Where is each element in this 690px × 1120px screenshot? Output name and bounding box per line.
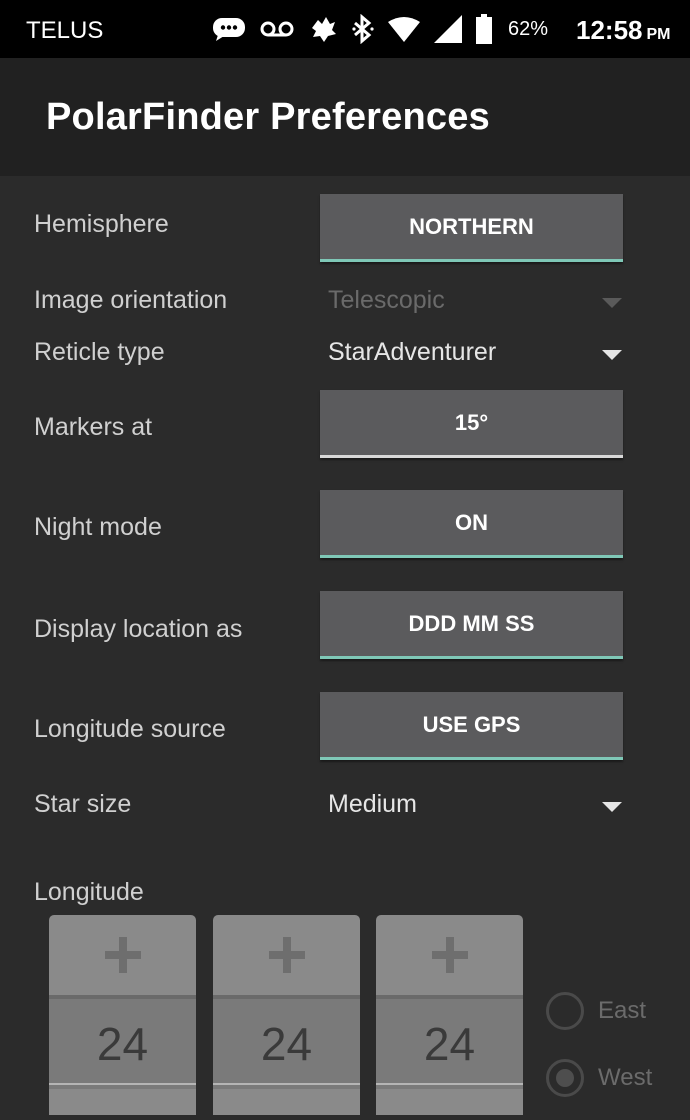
image-orientation-dropdown[interactable]: Telescopic bbox=[328, 286, 624, 326]
dropdown-arrow-icon bbox=[602, 298, 622, 308]
image-orientation-value: Telescopic bbox=[328, 286, 445, 314]
display-location-label: Display location as bbox=[34, 615, 243, 643]
image-orientation-label: Image orientation bbox=[34, 286, 228, 314]
plus-icon bbox=[268, 937, 305, 973]
status-icons: 62% bbox=[212, 12, 548, 46]
clock-ampm: PM bbox=[646, 26, 671, 43]
radio-selected-dot bbox=[556, 1069, 574, 1087]
picker-value[interactable]: 24 bbox=[376, 999, 523, 1089]
carrier-name: TELUS bbox=[26, 17, 104, 44]
battery-icon bbox=[476, 14, 492, 44]
longitude-degrees-picker: 24 bbox=[49, 915, 196, 1115]
app-bar: PolarFinder Preferences bbox=[0, 58, 690, 176]
plus-icon bbox=[431, 937, 468, 973]
dropdown-arrow-icon bbox=[602, 802, 622, 812]
wifi-icon bbox=[388, 16, 420, 42]
west-radio-option[interactable]: West bbox=[546, 1058, 652, 1098]
status-bar: TELUS 62% 12:58 PM bbox=[0, 0, 690, 58]
west-radio-button[interactable] bbox=[546, 1059, 584, 1097]
longitude-label: Longitude bbox=[34, 878, 144, 906]
reticle-type-label: Reticle type bbox=[34, 338, 165, 366]
picker-value[interactable]: 24 bbox=[213, 999, 360, 1089]
star-size-label: Star size bbox=[34, 790, 132, 818]
divider bbox=[49, 1083, 196, 1085]
plus-icon bbox=[104, 937, 141, 973]
longitude-minutes-picker: 24 bbox=[213, 915, 360, 1115]
east-label: East bbox=[598, 997, 647, 1024]
reticle-type-value: StarAdventurer bbox=[328, 338, 497, 366]
clock-time: 12:58 bbox=[576, 15, 643, 45]
east-radio-button[interactable] bbox=[546, 992, 584, 1030]
night-mode-button[interactable]: ON bbox=[320, 490, 623, 558]
west-label: West bbox=[598, 1064, 653, 1091]
hemisphere-button[interactable]: NORTHERN bbox=[320, 194, 623, 262]
star-size-dropdown[interactable]: Medium bbox=[328, 790, 624, 830]
signal-icon bbox=[434, 15, 462, 43]
longitude-source-label: Longitude source bbox=[34, 715, 226, 743]
markers-at-label: Markers at bbox=[34, 413, 153, 441]
divider bbox=[213, 1083, 360, 1085]
battery-percent: 62% bbox=[508, 17, 549, 40]
message-icon bbox=[212, 17, 246, 41]
east-radio-option[interactable]: East bbox=[546, 991, 646, 1031]
divider bbox=[376, 1083, 523, 1085]
bluetooth-icon bbox=[352, 14, 374, 44]
voicemail-icon bbox=[260, 20, 294, 38]
increment-button[interactable] bbox=[49, 915, 196, 995]
picker-value[interactable]: 24 bbox=[49, 999, 196, 1089]
star-size-value: Medium bbox=[328, 790, 417, 818]
dropdown-arrow-icon bbox=[602, 350, 622, 360]
longitude-source-button[interactable]: USE GPS bbox=[320, 692, 623, 760]
increment-button[interactable] bbox=[213, 915, 360, 995]
hemisphere-label: Hemisphere bbox=[34, 210, 169, 238]
increment-button[interactable] bbox=[376, 915, 523, 995]
clock: 12:58 PM bbox=[576, 15, 671, 46]
reticle-type-dropdown[interactable]: StarAdventurer bbox=[328, 338, 624, 378]
longitude-seconds-picker: 24 bbox=[376, 915, 523, 1115]
markers-at-button[interactable]: 15° bbox=[320, 390, 623, 458]
android-icon bbox=[308, 14, 338, 44]
page-title: PolarFinder Preferences bbox=[46, 96, 490, 138]
night-mode-label: Night mode bbox=[34, 513, 162, 541]
display-location-button[interactable]: DDD MM SS bbox=[320, 591, 623, 659]
